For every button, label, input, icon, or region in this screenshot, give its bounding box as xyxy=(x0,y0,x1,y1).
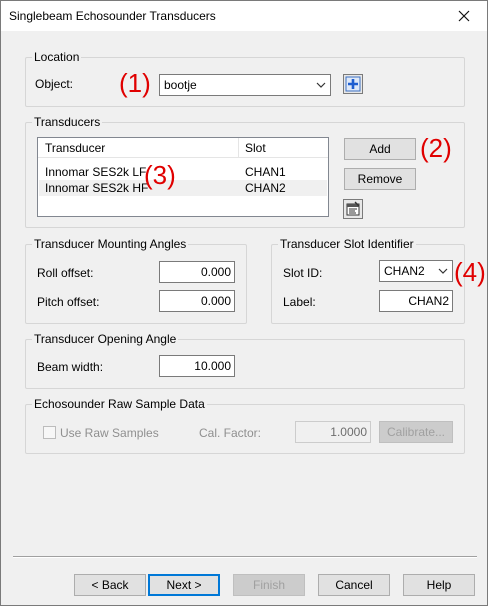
slot-identifier-group: Transducer Slot Identifier xyxy=(271,237,465,324)
annotation-4: (4) xyxy=(454,257,486,287)
beam-width-label: Beam width: xyxy=(37,360,104,374)
properties-icon xyxy=(346,201,360,216)
plus-icon xyxy=(345,76,361,92)
back-button-label: < Back xyxy=(91,578,129,592)
transducers-list[interactable]: Transducer Slot Innomar SES2k LF CHAN1 I… xyxy=(37,137,329,217)
annotation-3: (3) xyxy=(144,160,176,190)
slot-id-combobox[interactable]: CHAN2 xyxy=(379,260,453,282)
object-label: Object: xyxy=(35,77,74,91)
footer-divider xyxy=(13,556,477,558)
chevron-down-icon xyxy=(438,268,448,274)
cal-factor-input[interactable]: 1.0000 xyxy=(295,421,371,443)
table-row-selected[interactable]: Innomar SES2k HF CHAN2 xyxy=(39,180,327,196)
remove-button[interactable]: Remove xyxy=(344,168,416,190)
finish-button-label: Finish xyxy=(252,578,285,592)
mounting-angles-group: Transducer Mounting Angles xyxy=(25,237,247,324)
column-header-slot[interactable]: Slot xyxy=(245,141,266,155)
list-header: Transducer Slot xyxy=(38,138,328,158)
add-button[interactable]: Add xyxy=(344,138,416,160)
slot-cell: CHAN2 xyxy=(245,181,286,195)
use-raw-samples-label: Use Raw Samples xyxy=(60,426,159,440)
use-raw-samples-checkbox[interactable] xyxy=(43,426,56,439)
transducers-group-title: Transducers xyxy=(32,115,103,129)
properties-button[interactable] xyxy=(343,199,363,219)
calibrate-button[interactable]: Calibrate... xyxy=(379,421,453,443)
chevron-down-icon xyxy=(316,82,326,88)
slot-label-input[interactable]: CHAN2 xyxy=(379,290,453,312)
next-button-label: Next > xyxy=(166,578,202,592)
cancel-button-label: Cancel xyxy=(335,578,373,592)
pitch-offset-label: Pitch offset: xyxy=(37,295,100,309)
slot-label-label: Label: xyxy=(283,295,316,309)
finish-button[interactable]: Finish xyxy=(233,574,305,596)
transducer-cell: Innomar SES2k LF xyxy=(45,165,147,179)
back-button[interactable]: < Back xyxy=(74,574,146,596)
add-button-label: Add xyxy=(369,142,391,156)
location-group-title: Location xyxy=(32,50,82,64)
column-header-transducer[interactable]: Transducer xyxy=(45,141,105,155)
next-button[interactable]: Next > xyxy=(148,574,220,596)
help-button[interactable]: Help xyxy=(403,574,475,596)
help-button-label: Help xyxy=(426,578,452,592)
cal-factor-label: Cal. Factor: xyxy=(199,426,262,440)
calibrate-button-label: Calibrate... xyxy=(386,425,446,439)
opening-angle-title: Transducer Opening Angle xyxy=(32,332,179,346)
transducer-cell: Innomar SES2k HF xyxy=(45,181,149,195)
title-bar[interactable]: Singlebeam Echosounder Transducers xyxy=(1,1,487,31)
annotation-1: (1) xyxy=(119,68,151,98)
slot-id-value: CHAN2 xyxy=(384,264,425,278)
cancel-button[interactable]: Cancel xyxy=(318,574,390,596)
annotation-2: (2) xyxy=(420,133,452,163)
slot-cell: CHAN1 xyxy=(245,165,286,179)
add-object-button[interactable] xyxy=(343,74,363,94)
close-icon xyxy=(458,10,470,22)
mounting-angles-title: Transducer Mounting Angles xyxy=(32,237,189,251)
object-value: bootje xyxy=(164,78,197,92)
window-title: Singlebeam Echosounder Transducers xyxy=(9,9,216,23)
raw-sample-title: Echosounder Raw Sample Data xyxy=(32,397,207,411)
roll-offset-label: Roll offset: xyxy=(37,266,94,280)
close-button[interactable] xyxy=(441,1,487,31)
object-combobox[interactable]: bootje xyxy=(159,74,331,96)
roll-offset-input[interactable]: 0.000 xyxy=(159,261,235,283)
pitch-offset-input[interactable]: 0.000 xyxy=(159,290,235,312)
slot-identifier-title: Transducer Slot Identifier xyxy=(278,237,416,251)
column-separator xyxy=(238,138,239,158)
remove-button-label: Remove xyxy=(357,172,403,186)
slot-id-label: Slot ID: xyxy=(283,266,323,280)
beam-width-input[interactable]: 10.000 xyxy=(159,355,235,377)
table-row[interactable]: Innomar SES2k LF CHAN1 xyxy=(39,164,327,180)
dialog-window: Singlebeam Echosounder Transducers Locat… xyxy=(0,0,488,606)
